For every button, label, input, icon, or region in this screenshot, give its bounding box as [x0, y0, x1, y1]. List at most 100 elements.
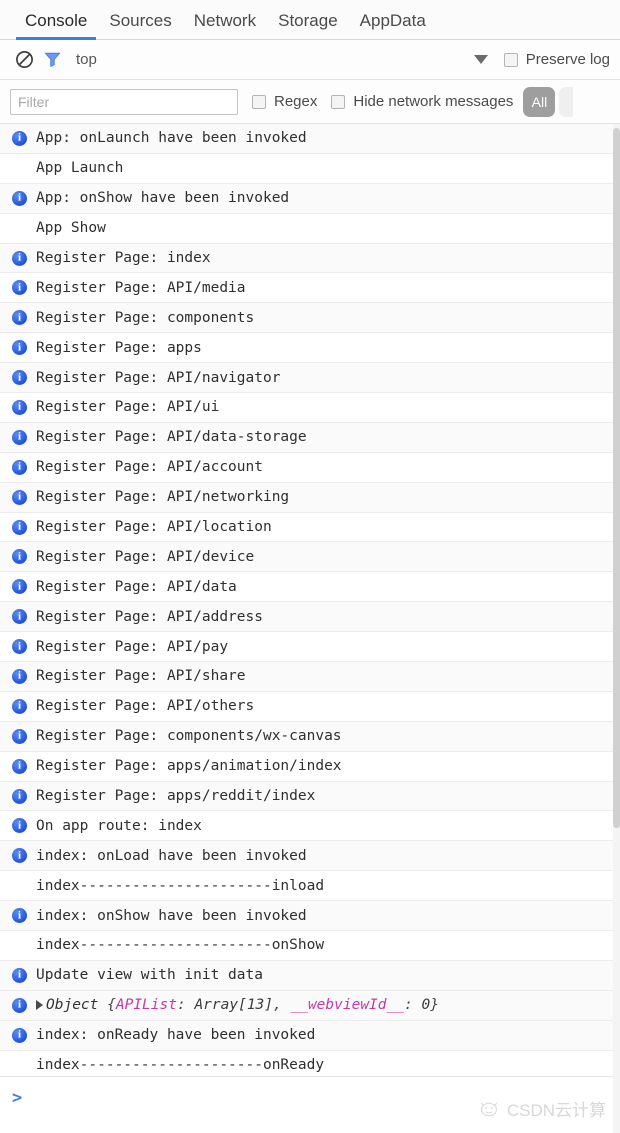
console-message-row[interactable]: Register Page: API/pay — [0, 632, 620, 663]
console-scrollbar-thumb[interactable] — [613, 128, 620, 828]
tab-sources-label: Sources — [109, 11, 172, 30]
console-message-text: Register Page: apps/reddit/index — [36, 788, 316, 805]
clear-console-button[interactable] — [10, 46, 38, 74]
console-message-row[interactable]: Register Page: API/address — [0, 602, 620, 633]
info-icon — [12, 190, 27, 206]
info-icon — [12, 758, 27, 774]
hide-network-messages-checkbox[interactable] — [331, 94, 346, 109]
console-message-row[interactable]: App: onShow have been invoked — [0, 183, 620, 214]
info-icon — [12, 399, 27, 415]
info-icon — [12, 459, 27, 475]
console-message-row[interactable]: Register Page: apps — [0, 333, 620, 364]
console-message-text: Register Page: API/pay — [36, 638, 229, 655]
info-icon — [12, 1027, 27, 1043]
console-message-text: Register Page: components/wx-canvas — [36, 728, 342, 745]
console-message-row[interactable]: App: onLaunch have been invoked — [0, 124, 620, 154]
object-prop1-name: APIList — [115, 997, 177, 1014]
filter-input[interactable] — [10, 88, 238, 115]
console-filter-bar: Regex Hide network messages All — [0, 80, 620, 124]
object-close-brace: } — [430, 997, 439, 1014]
info-icon — [12, 310, 27, 326]
info-icon — [12, 280, 27, 296]
console-toolbar: top Preserve log — [0, 40, 620, 80]
console-message-row[interactable]: index: onLoad have been invoked — [0, 841, 620, 872]
object-colon-1: : — [176, 997, 195, 1014]
console-message-row[interactable]: Update view with init data — [0, 960, 620, 991]
console-message-text: Register Page: components — [36, 309, 255, 326]
regex-label: Regex — [274, 93, 318, 110]
tab-sources[interactable]: Sources — [98, 11, 182, 39]
info-icon — [12, 609, 27, 625]
console-message-list[interactable]: App: onLaunch have been invoked App Launc… — [0, 124, 620, 1076]
prompt-chevron-icon: > — [12, 1087, 23, 1108]
tab-console[interactable]: Console — [14, 11, 98, 40]
console-message-text: index: onShow have been invoked — [36, 907, 307, 924]
info-icon — [12, 698, 27, 714]
tab-console-label: Console — [25, 11, 88, 30]
console-message-row[interactable]: index----------------------inload — [0, 871, 620, 902]
console-message-text: Register Page: API/location — [36, 519, 272, 536]
devtools-panel: Console Sources Network Storage AppData … — [0, 0, 620, 1133]
chevron-down-icon[interactable] — [473, 55, 488, 64]
preserve-log-group[interactable]: Preserve log — [503, 51, 610, 68]
info-icon — [12, 130, 27, 146]
console-message-text: index----------------------inload — [36, 877, 325, 894]
console-message-text: Update view with init data — [36, 967, 263, 984]
console-message-row[interactable]: Register Page: API/data-storage — [0, 422, 620, 453]
info-icon — [12, 639, 27, 655]
console-message-row[interactable]: index: onReady have been invoked — [0, 1020, 620, 1051]
console-message-row[interactable]: Register Page: API/networking — [0, 482, 620, 513]
console-message-row[interactable]: Register Page: API/navigator — [0, 363, 620, 394]
console-message-text: Register Page: API/others — [36, 698, 255, 715]
console-message-row[interactable]: Register Page: index — [0, 243, 620, 274]
info-icon — [12, 997, 27, 1013]
console-message-text: index----------------------onShow — [36, 937, 325, 954]
console-message-row[interactable]: Register Page: API/share — [0, 662, 620, 692]
tab-appdata[interactable]: AppData — [349, 11, 437, 39]
console-message-row[interactable]: index---------------------onReady — [0, 1050, 620, 1076]
console-message-row[interactable]: Register Page: apps/animation/index — [0, 751, 620, 782]
tab-storage[interactable]: Storage — [267, 11, 349, 39]
tab-network[interactable]: Network — [183, 11, 267, 39]
log-level-next-button[interactable] — [559, 86, 574, 117]
regex-checkbox[interactable] — [252, 94, 266, 109]
console-message-text: App Launch — [36, 160, 124, 177]
hide-network-messages-group[interactable]: Hide network messages — [331, 93, 513, 110]
console-message-text: Register Page: API/ui — [36, 399, 220, 416]
execution-context-label[interactable]: top — [76, 51, 97, 68]
console-message-row[interactable]: index: onShow have been invoked — [0, 901, 620, 932]
filter-toggle-button[interactable] — [38, 46, 66, 74]
console-prompt-row[interactable]: > — [0, 1076, 620, 1118]
console-message-text: index: onReady have been invoked — [36, 1027, 316, 1044]
disclosure-triangle-right-icon[interactable] — [36, 1000, 43, 1011]
preserve-log-checkbox[interactable] — [503, 52, 518, 67]
hide-network-messages-label: Hide network messages — [353, 93, 514, 110]
console-message-row[interactable]: On app route: index — [0, 811, 620, 842]
devtools-tab-bar: Console Sources Network Storage AppData — [0, 0, 620, 40]
console-message-row[interactable]: index----------------------onShow — [0, 931, 620, 961]
console-message-text: index---------------------onReady — [36, 1057, 325, 1074]
console-message-row[interactable]: App Show — [0, 213, 620, 244]
info-icon — [12, 967, 27, 983]
regex-group[interactable]: Regex — [252, 93, 317, 110]
object-prop1-value: Array[13] — [194, 997, 274, 1014]
console-message-row[interactable]: Register Page: API/ui — [0, 393, 620, 423]
log-level-all-button[interactable]: All — [523, 86, 556, 117]
console-message-row[interactable]: Register Page: API/account — [0, 452, 620, 483]
console-message-text: Register Page: API/navigator — [36, 369, 281, 386]
console-message-row[interactable]: Register Page: API/location — [0, 512, 620, 543]
info-icon — [12, 788, 27, 804]
console-message-row[interactable]: Register Page: components/wx-canvas — [0, 721, 620, 752]
console-message-row[interactable]: Register Page: apps/reddit/index — [0, 781, 620, 812]
info-icon — [12, 370, 27, 386]
console-message-row[interactable]: Register Page: API/data — [0, 572, 620, 603]
info-icon — [12, 489, 27, 505]
console-message-row[interactable]: App Launch — [0, 153, 620, 184]
info-icon — [12, 668, 27, 684]
console-message-row[interactable]: Register Page: API/device — [0, 542, 620, 573]
console-object-row[interactable]: Object {APIList: Array[13], __webviewId_… — [0, 990, 620, 1021]
console-message-row[interactable]: Register Page: components — [0, 303, 620, 334]
console-message-row[interactable]: Register Page: API/media — [0, 273, 620, 304]
console-message-row[interactable]: Register Page: API/others — [0, 691, 620, 722]
console-message-text: Register Page: API/data-storage — [36, 429, 307, 446]
